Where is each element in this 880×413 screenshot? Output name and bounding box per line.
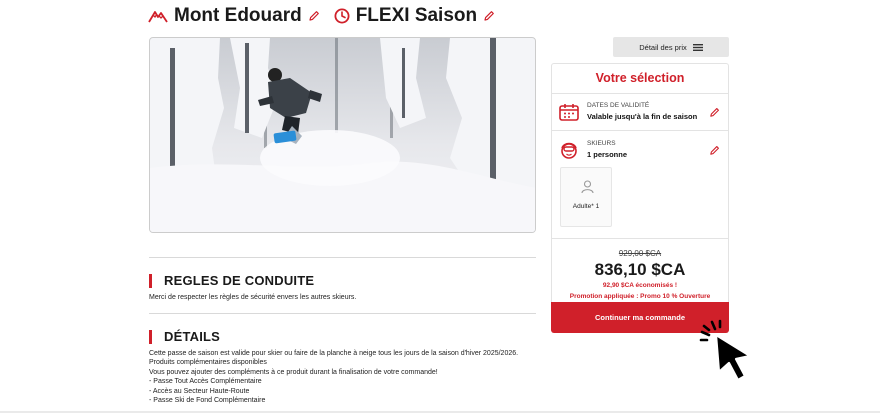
mountain-title-group: Mont Edouard [148, 5, 320, 27]
details-section-title: DÉTAILS [149, 329, 220, 344]
savings-text: 92,90 $CA économisés ! [602, 282, 678, 289]
hand-pointer-cursor-icon [699, 319, 752, 382]
skiers-label: SKIEURS [587, 140, 616, 147]
mountain-title: Mont Edouard [174, 5, 302, 26]
details-line: - Passe Ski de Fond Complémentaire [149, 397, 266, 405]
section-divider-middle [149, 313, 536, 314]
menu-icon [692, 43, 703, 51]
details-line: Cette passe de saison est valide pour sk… [149, 350, 519, 357]
conduct-title: REGLES DE CONDUITE [164, 273, 315, 288]
card-divider [552, 130, 728, 131]
details-line: - Accès au Secteur Haute-Route [149, 387, 250, 395]
details-line: Produits complémentaires disponibles [149, 359, 267, 367]
person-icon [581, 180, 594, 194]
price-details-button[interactable]: Détail des prix [613, 37, 729, 57]
details-title: DÉTAILS [164, 329, 221, 344]
pass-title-group: FLEXI Saison [334, 5, 495, 27]
conduct-section-title: REGLES DE CONDUITE [149, 273, 314, 288]
snowboarder-photo [149, 37, 536, 233]
clock-icon [334, 8, 350, 24]
skier-card-adult[interactable]: Adulte* 1 [560, 167, 612, 227]
section-divider-top [149, 257, 536, 258]
skier-face-icon [561, 142, 577, 159]
edit-pass-pencil-icon[interactable] [483, 10, 495, 22]
promo-text: Promotion appliquée : Promo 10 % Ouvertu… [569, 293, 711, 300]
edit-skiers-pencil-icon[interactable] [709, 145, 720, 156]
calendar-icon [559, 104, 579, 121]
selection-card: Votre sélection DATES DE VALIDITÉ Valabl… [551, 63, 729, 333]
edit-validity-pencil-icon[interactable] [709, 107, 720, 118]
validity-value: Valable jusqu'à la fin de saison [587, 112, 698, 121]
details-line: - Passe Tout Accès Complémentaire [149, 378, 262, 386]
card-divider [552, 93, 728, 94]
edit-mountain-pencil-icon[interactable] [308, 10, 320, 22]
conduct-text: Merci de respecter les règles de sécurit… [149, 294, 357, 301]
pass-title: FLEXI Saison [355, 5, 478, 26]
discounted-price: 836,10 $CA [594, 260, 686, 279]
skier-card-label: Adulte* 1 [572, 203, 600, 210]
page-header: Mont Edouard FLEXI Saison [148, 4, 495, 28]
mountain-icon [148, 11, 168, 23]
skiers-value: 1 personne [587, 150, 628, 159]
selection-title: Votre sélection [595, 71, 685, 85]
original-price: 929,00 $CA [618, 249, 662, 258]
validity-label: DATES DE VALIDITÉ [587, 102, 650, 109]
price-details-label: Détail des prix [639, 42, 687, 52]
details-text: Cette passe de saison est valide pour sk… [149, 349, 518, 405]
card-divider [552, 238, 728, 239]
details-line: Vous pouvez ajouter des compléments à ce… [149, 368, 438, 376]
